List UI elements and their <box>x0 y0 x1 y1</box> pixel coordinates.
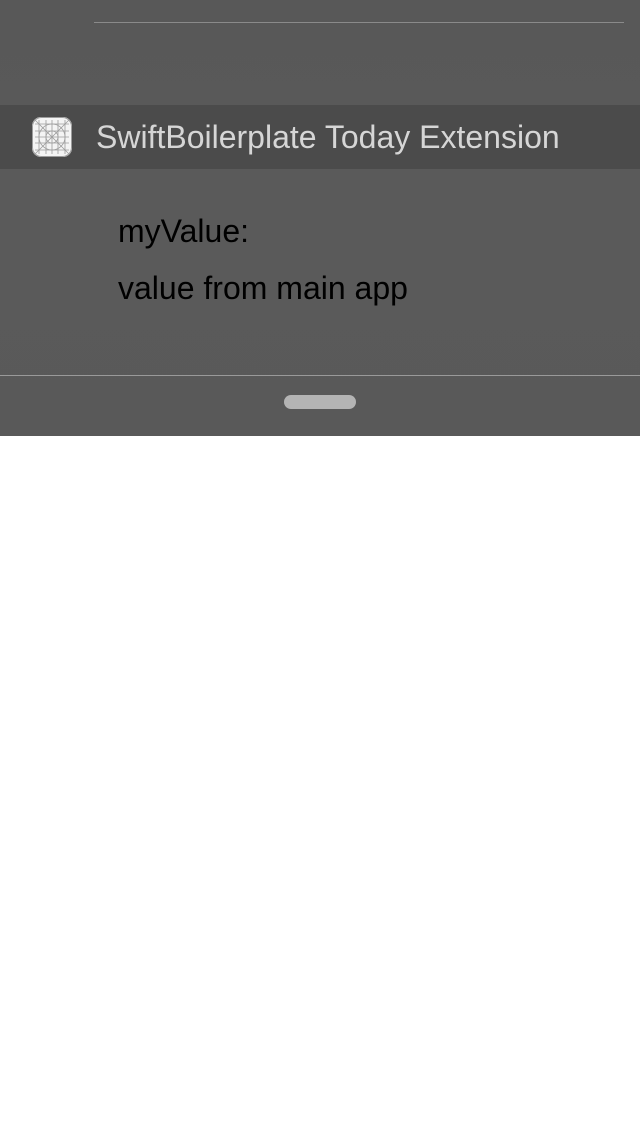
widget-content: myValue: value from main app <box>0 169 640 375</box>
value-label: myValue: <box>118 213 250 249</box>
app-placeholder-icon <box>32 117 72 157</box>
grabber-handle[interactable] <box>284 395 356 409</box>
notification-center-panel: SwiftBoilerplate Today Extension myValue… <box>0 0 640 436</box>
bottom-divider <box>0 375 640 376</box>
top-divider <box>94 22 624 23</box>
widget-title[interactable]: SwiftBoilerplate Today Extension <box>96 116 560 158</box>
value-text: value from main app <box>118 270 408 306</box>
